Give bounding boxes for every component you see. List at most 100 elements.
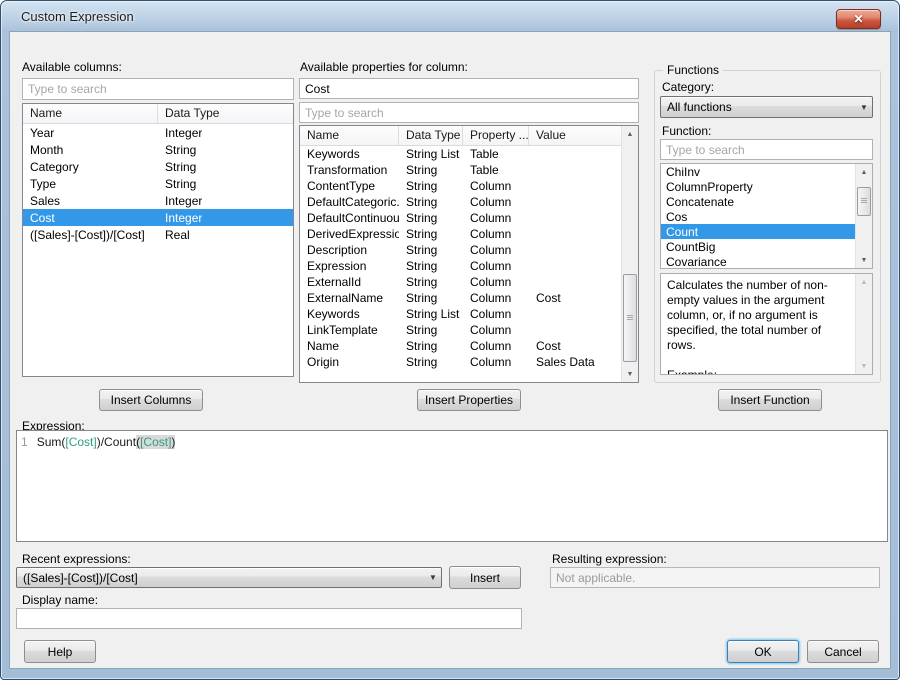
scroll-up-icon[interactable]: ▲ (856, 164, 872, 180)
table-row[interactable]: ([Sales]-[Cost])/[Cost] Real (23, 226, 293, 243)
expression-editor[interactable]: 1Sum([Cost])/Count([Cost]) (16, 430, 888, 542)
table-row[interactable]: ExternalName String Column Cost (300, 290, 621, 306)
table-row[interactable]: LinkTemplate String Column (300, 322, 621, 338)
function-list-item[interactable]: Count (661, 224, 855, 239)
table-row[interactable]: Keywords String List Table (300, 146, 621, 162)
function-list-item[interactable]: Concatenate (661, 194, 855, 209)
titlebar[interactable]: Custom Expression ✕ (1, 1, 899, 31)
table-row[interactable]: Category String (23, 158, 293, 175)
insert-recent-button[interactable]: Insert (449, 566, 521, 589)
cell-name: Cost (23, 211, 158, 225)
scrollbar-thumb[interactable] (623, 274, 637, 361)
code-token: ) (171, 435, 175, 449)
dialog-body: Available columns: Name Data Type Year I… (9, 31, 891, 669)
cell-name: Sales (23, 194, 158, 208)
recent-expressions-dropdown[interactable]: ([Sales]-[Cost])/[Cost] ▼ (16, 567, 442, 588)
table-row[interactable]: Year Integer (23, 124, 293, 141)
cell-datatype: Integer (158, 211, 202, 225)
insert-columns-button[interactable]: Insert Columns (99, 389, 203, 411)
cell-datatype: Integer (158, 126, 202, 140)
function-list-item[interactable]: ChiInv (661, 164, 855, 179)
cell-propclass: Column (463, 243, 529, 257)
cell-propclass: Table (463, 147, 529, 161)
function-list-item[interactable]: ColumnProperty (661, 179, 855, 194)
properties-search-input[interactable] (299, 102, 639, 123)
table-row[interactable]: DerivedExpression String Column (300, 226, 621, 242)
cell-datatype: String (399, 275, 463, 289)
table-row[interactable]: Sales Integer (23, 192, 293, 209)
cell-name: ExternalId (300, 275, 399, 289)
scroll-up-icon[interactable]: ▲ (622, 126, 638, 142)
insert-properties-button[interactable]: Insert Properties (417, 389, 521, 411)
column-header-datatype[interactable]: Data Type (158, 104, 293, 123)
properties-table[interactable]: Name Data Type Property ... Value Keywor… (299, 125, 639, 383)
functions-group-label: Functions (663, 63, 723, 77)
cell-propclass: Column (463, 307, 529, 321)
cell-datatype: String (399, 323, 463, 337)
cell-propclass: Column (463, 339, 529, 353)
cell-datatype: String (399, 211, 463, 225)
columns-search-input[interactable] (22, 78, 294, 100)
columns-table-body: Year Integer Month String Category Strin… (23, 124, 293, 243)
cell-name: LinkTemplate (300, 323, 399, 337)
prop-header-name[interactable]: Name (300, 126, 399, 145)
scroll-down-icon[interactable]: ▼ (622, 366, 638, 382)
table-row[interactable]: Expression String Column (300, 258, 621, 274)
cell-datatype: String (399, 227, 463, 241)
cell-datatype: String (158, 177, 196, 191)
category-dropdown[interactable]: All functions ▼ (660, 96, 873, 118)
column-header-name[interactable]: Name (23, 104, 158, 123)
prop-header-propclass[interactable]: Property ... (463, 126, 529, 145)
table-row[interactable]: DefaultCategoric... String Column (300, 194, 621, 210)
cell-name: ExternalName (300, 291, 399, 305)
cell-datatype: String (399, 243, 463, 257)
table-row[interactable]: Month String (23, 141, 293, 158)
table-row[interactable]: Cost Integer (23, 209, 293, 226)
cancel-button[interactable]: Cancel (807, 640, 879, 663)
prop-header-datatype[interactable]: Data Type (399, 126, 463, 145)
cell-name: Type (23, 177, 158, 191)
function-name: CountBig (666, 240, 715, 254)
function-search-input[interactable] (660, 139, 873, 160)
cell-name: Year (23, 126, 158, 140)
close-button[interactable]: ✕ (836, 9, 881, 29)
properties-table-header[interactable]: Name Data Type Property ... Value (300, 126, 621, 146)
description-scrollbar[interactable]: ▲ ▼ (855, 274, 872, 374)
function-list-item[interactable]: Covariance (661, 254, 855, 269)
cell-propclass: Column (463, 259, 529, 273)
table-row[interactable]: ExternalId String Column (300, 274, 621, 290)
table-row[interactable]: ContentType String Column (300, 178, 621, 194)
ok-button[interactable]: OK (727, 640, 799, 663)
properties-scrollbar[interactable]: ▲ ▼ (621, 126, 638, 382)
table-row[interactable]: Description String Column (300, 242, 621, 258)
table-row[interactable]: Transformation String Table (300, 162, 621, 178)
prop-header-value[interactable]: Value (529, 126, 621, 145)
insert-function-button[interactable]: Insert Function (718, 389, 822, 411)
function-list-scrollbar[interactable]: ▲ ▼ (855, 164, 872, 268)
columns-table-header[interactable]: Name Data Type (23, 104, 293, 124)
table-row[interactable]: Type String (23, 175, 293, 192)
table-row[interactable]: Keywords String List Column (300, 306, 621, 322)
scrollbar-thumb[interactable] (857, 187, 871, 216)
help-button[interactable]: Help (24, 640, 96, 663)
cell-datatype: String List (399, 307, 463, 321)
resulting-expression-field: Not applicable. (550, 567, 880, 588)
table-row[interactable]: Origin String Column Sales Data (300, 354, 621, 370)
table-row[interactable]: DefaultContinuou... String Column (300, 210, 621, 226)
columns-table[interactable]: Name Data Type Year Integer Month String (22, 103, 294, 377)
cell-name: Origin (300, 355, 399, 369)
cell-name: Keywords (300, 307, 399, 321)
code-token: )/Count (97, 435, 136, 449)
code-token: [Cost] (140, 435, 171, 449)
chevron-down-icon: ▼ (425, 573, 441, 582)
code-token: Sum( (37, 435, 66, 449)
function-name: Cos (666, 210, 687, 224)
table-row[interactable]: Name String Column Cost (300, 338, 621, 354)
function-list-item[interactable]: Cos (661, 209, 855, 224)
function-name: Concatenate (666, 195, 734, 209)
function-list[interactable]: ChiInv ColumnProperty Concatenate Cos (660, 163, 873, 269)
display-name-input[interactable] (16, 608, 522, 629)
scroll-down-icon[interactable]: ▼ (856, 252, 872, 268)
function-list-item[interactable]: CountBig (661, 239, 855, 254)
cell-propclass: Column (463, 211, 529, 225)
